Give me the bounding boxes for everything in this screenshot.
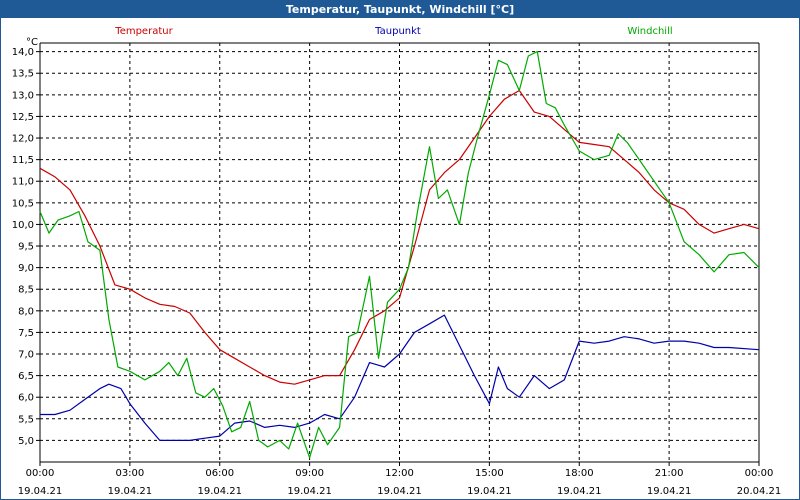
legend-taupunkt: Taupunkt (374, 26, 421, 37)
x-tick-time-label: 06:00 (205, 468, 234, 479)
chart-window: Temperatur, Taupunkt, Windchill [°C] 5,0… (0, 0, 800, 500)
x-tick-time-label: 15:00 (475, 468, 504, 479)
x-tick-date-label: 20.04.21 (737, 486, 782, 497)
window-title: Temperatur, Taupunkt, Windchill [°C] (1, 1, 799, 18)
line-chart: 5,0 5,5 6,0 6,5 7,0 7,5 8,0 8,5 9,0 9,5 10,0 10,5 11… (12, 26, 782, 497)
grid (40, 43, 759, 462)
x-tick-date-label: 19.04.21 (287, 486, 332, 497)
y-tick-label: 12,0 (12, 134, 34, 145)
x-tick-date-label: 19.04.21 (647, 486, 692, 497)
y-axis-unit-label: °C (26, 37, 38, 48)
x-tick-time-label: 03:00 (115, 468, 144, 479)
x-tick-date-label: 19.04.21 (557, 486, 602, 497)
y-tick-label: 9,5 (18, 242, 34, 253)
y-tick-label: 7,5 (18, 328, 34, 339)
x-tick-time-label: 18:00 (565, 468, 594, 479)
y-tick-label: 11,0 (12, 177, 34, 188)
y-tick-label: 8,5 (18, 285, 34, 296)
y-tick-label: 10,5 (12, 198, 34, 209)
x-tick-date-label: 19.04.21 (108, 486, 153, 497)
legend-windchill: Windchill (627, 26, 672, 37)
legend: Temperatur Taupunkt Windchill (114, 26, 672, 37)
y-tick-label: 9,0 (18, 263, 34, 274)
x-tick-date-label: 19.04.21 (18, 486, 63, 497)
y-tick-label: 8,0 (18, 306, 34, 317)
y-axis-ticks: 5,0 5,5 6,0 6,5 7,0 7,5 8,0 8,5 9,0 9,5 10,0 10,5 11… (12, 47, 40, 447)
x-tick-date-label: 19.04.21 (377, 486, 422, 497)
y-tick-label: 13,5 (12, 69, 34, 80)
x-tick-time-label: 00:00 (745, 468, 774, 479)
y-tick-label: 7,0 (18, 350, 34, 361)
y-tick-label: 5,0 (18, 436, 34, 447)
x-axis-ticks: 00:00 19.04.21 03:00 19.04.21 06:00 19.04.21 0… (18, 462, 782, 497)
x-tick-time-label: 21:00 (655, 468, 684, 479)
x-tick-date-label: 19.04.21 (467, 486, 512, 497)
y-tick-label: 10,0 (12, 220, 34, 231)
y-tick-label: 14,0 (12, 47, 34, 58)
y-tick-label: 13,0 (12, 90, 34, 101)
y-tick-label: 6,5 (18, 371, 34, 382)
x-tick-time-label: 12:00 (385, 468, 414, 479)
y-tick-label: 6,0 (18, 393, 34, 404)
x-tick-time-label: 09:00 (295, 468, 324, 479)
y-tick-label: 5,5 (18, 414, 34, 425)
legend-temperatur: Temperatur (114, 26, 173, 37)
y-tick-label: 12,5 (12, 112, 34, 123)
x-tick-time-label: 00:00 (26, 468, 55, 479)
y-tick-label: 11,5 (12, 155, 34, 166)
x-tick-date-label: 19.04.21 (197, 486, 242, 497)
